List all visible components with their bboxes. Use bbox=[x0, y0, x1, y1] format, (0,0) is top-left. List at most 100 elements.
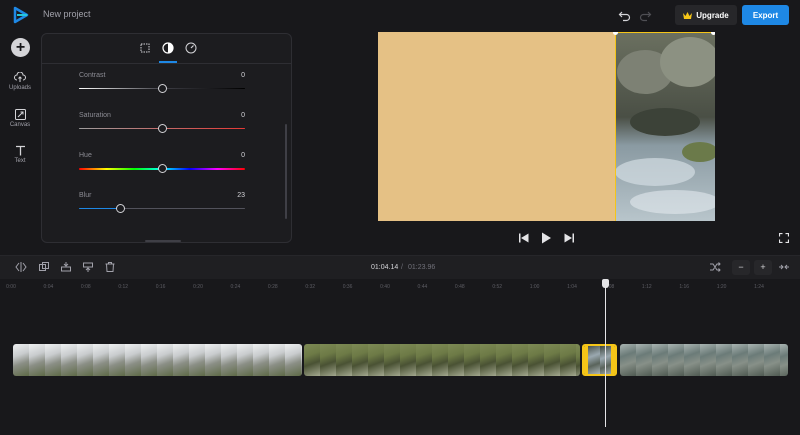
crop-icon[interactable] bbox=[138, 41, 152, 55]
clip-thumbnail bbox=[480, 344, 496, 376]
slider-value: 0 bbox=[241, 72, 245, 79]
clip-thumbnail bbox=[13, 344, 29, 376]
clip-thumbnail bbox=[544, 344, 560, 376]
clip-thumbnail bbox=[528, 344, 544, 376]
sidebar-item-label: Canvas bbox=[9, 122, 31, 128]
clip-thumbnail bbox=[764, 344, 780, 376]
undo-icon[interactable] bbox=[618, 8, 632, 22]
clip-thumbnail bbox=[432, 344, 448, 376]
ruler-tick-label: 1:00 bbox=[529, 284, 540, 290]
clip-thumbnail bbox=[77, 344, 93, 376]
timeline-clip-4[interactable] bbox=[620, 344, 788, 376]
clip-thumbnail bbox=[732, 344, 748, 376]
video-preview[interactable] bbox=[378, 32, 715, 221]
zoom-in-button[interactable]: + bbox=[754, 260, 772, 275]
clip-thumbnail bbox=[616, 346, 617, 376]
clip-thumbnail bbox=[237, 344, 253, 376]
current-time: 01:04.14 bbox=[371, 264, 399, 271]
ruler-tick-label: 0:20 bbox=[193, 284, 203, 290]
clip-thumbnail bbox=[496, 344, 512, 376]
zoom-out-button[interactable]: − bbox=[732, 260, 750, 275]
crown-icon bbox=[683, 11, 693, 19]
clip-thumbnail bbox=[269, 344, 285, 376]
skip-back-icon[interactable] bbox=[518, 232, 530, 244]
clip-thumbnail bbox=[464, 344, 480, 376]
slider-knob[interactable] bbox=[157, 164, 167, 173]
speed-gauge-icon[interactable] bbox=[184, 41, 198, 55]
trim-handle-left[interactable] bbox=[584, 346, 588, 374]
ruler-tick-label: 0:04 bbox=[43, 284, 54, 290]
resize-handle[interactable] bbox=[711, 32, 715, 35]
clip-thumbnail bbox=[636, 344, 652, 376]
split-icon[interactable] bbox=[15, 261, 27, 273]
active-tab-indicator bbox=[159, 61, 177, 63]
redo-icon[interactable] bbox=[638, 8, 652, 22]
trim-start-icon[interactable] bbox=[60, 261, 72, 273]
clip-thumbnail bbox=[45, 344, 61, 376]
sidebar-item-uploads[interactable]: Uploads bbox=[0, 72, 40, 91]
timeline-clip-3[interactable] bbox=[582, 344, 617, 376]
clip-thumbnail bbox=[109, 344, 125, 376]
adjust-panel: Contrast 0 Saturation 0 Hue 0 Blur 23 bbox=[41, 33, 292, 243]
top-bar: New project Upgrade Export bbox=[0, 0, 800, 30]
timeline-clip-2[interactable] bbox=[304, 344, 580, 376]
add-media-button[interactable]: + bbox=[11, 38, 30, 57]
slider-knob[interactable] bbox=[116, 204, 125, 213]
export-button[interactable]: Export bbox=[742, 5, 789, 25]
panel-tabs bbox=[42, 34, 291, 64]
app-logo-icon[interactable] bbox=[12, 6, 30, 24]
ruler-tick-label: 1:20 bbox=[716, 284, 727, 290]
ruler-tick-label: 0:48 bbox=[454, 284, 465, 290]
ruler-tick-label: 0:36 bbox=[342, 284, 353, 290]
ruler-tick-label: 0:12 bbox=[118, 284, 129, 290]
sidebar-item-label: Uploads bbox=[8, 85, 31, 91]
clip-thumbnail bbox=[652, 344, 668, 376]
snap-icon[interactable] bbox=[709, 261, 721, 273]
clip-thumbnail bbox=[205, 344, 221, 376]
selected-clip-outline[interactable] bbox=[615, 32, 715, 221]
clip-thumbnail bbox=[368, 344, 384, 376]
ruler-tick-label: 1:24 bbox=[754, 284, 764, 290]
ruler-tick-label: 0:00 bbox=[6, 284, 16, 290]
timeline-ruler[interactable]: 0:00 0:04 0:08 0:12 0:16 0:20 0:24 0:28 0:32 0:36… bbox=[0, 280, 800, 294]
clip-thumbnail bbox=[157, 344, 173, 376]
timeline-clip-1[interactable] bbox=[13, 344, 302, 376]
sidebar-item-canvas[interactable]: Canvas bbox=[0, 109, 40, 128]
sidebar-item-text[interactable]: Text bbox=[0, 145, 40, 164]
trim-end-icon[interactable] bbox=[82, 261, 94, 273]
slider-knob[interactable] bbox=[157, 84, 167, 93]
ruler-tick-label: 0:44 bbox=[417, 284, 428, 290]
panel-resize-handle[interactable] bbox=[145, 240, 181, 242]
slider-knob[interactable] bbox=[157, 124, 167, 133]
duplicate-icon[interactable] bbox=[38, 261, 50, 273]
slider-track[interactable] bbox=[79, 208, 245, 209]
clip-thumbnail bbox=[285, 344, 301, 376]
adjust-contrast-icon[interactable] bbox=[161, 41, 175, 55]
play-icon[interactable] bbox=[540, 232, 552, 244]
clip-thumbnail bbox=[748, 344, 764, 376]
clip-thumbnail bbox=[173, 344, 189, 376]
project-title[interactable]: New project bbox=[43, 9, 91, 19]
ruler-tick-label: 0:24 bbox=[230, 284, 241, 290]
panel-scrollbar[interactable] bbox=[285, 124, 287, 219]
slider-label: Hue bbox=[79, 152, 92, 159]
slider-label: Blur bbox=[79, 192, 92, 199]
clip-thumbnail bbox=[400, 344, 416, 376]
fit-timeline-icon[interactable] bbox=[778, 261, 790, 273]
clip-thumbnail bbox=[304, 344, 320, 376]
clip-thumbnail bbox=[560, 344, 576, 376]
clip-thumbnail bbox=[512, 344, 528, 376]
clip-thumbnail bbox=[684, 344, 700, 376]
slider-label: Saturation bbox=[79, 112, 111, 119]
fullscreen-icon[interactable] bbox=[779, 233, 789, 243]
playhead[interactable] bbox=[605, 282, 606, 427]
ruler-tick-label: 1:16 bbox=[679, 284, 690, 290]
clip-thumbnail bbox=[384, 344, 400, 376]
trim-handle-right[interactable] bbox=[611, 346, 615, 374]
ruler-tick-label: 1:12 bbox=[641, 284, 652, 290]
ruler-tick-label: 0:16 bbox=[155, 284, 166, 290]
delete-icon[interactable] bbox=[104, 261, 116, 273]
skip-forward-icon[interactable] bbox=[563, 232, 575, 244]
upgrade-button[interactable]: Upgrade bbox=[675, 5, 737, 25]
clip-thumbnail bbox=[716, 344, 732, 376]
